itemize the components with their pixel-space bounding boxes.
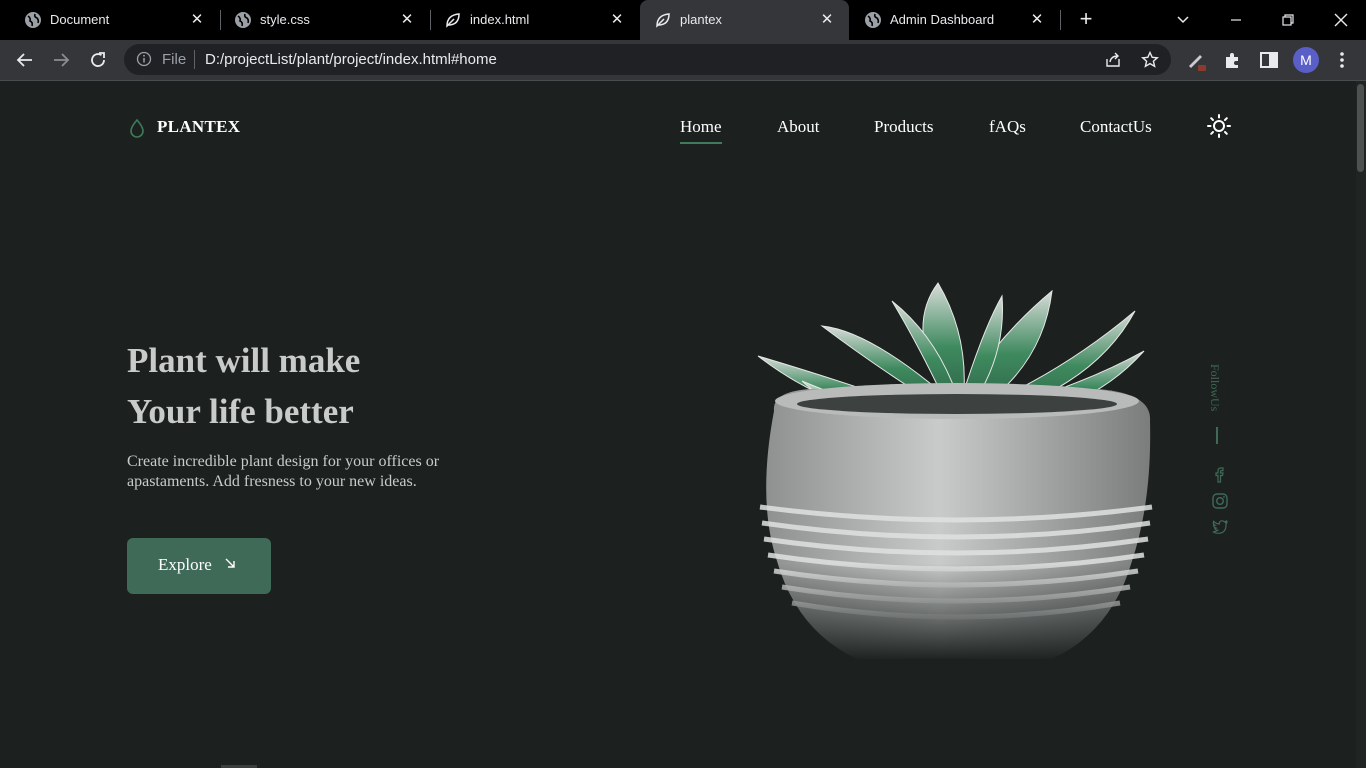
tab-separator [1060, 10, 1061, 30]
tab-title: index.html [470, 12, 530, 27]
side-panel-icon[interactable] [1257, 48, 1281, 72]
pen-extension-icon[interactable] [1184, 48, 1208, 72]
explore-button[interactable]: Explore [127, 538, 271, 594]
extensions-puzzle-icon[interactable] [1221, 48, 1245, 72]
arrow-down-right-icon [225, 558, 235, 568]
tab-title: Document [50, 12, 110, 27]
address-bar[interactable]: File D:/projectList/plant/project/index.… [124, 44, 1171, 75]
tab-close-icon[interactable]: ✕ [1027, 10, 1047, 30]
share-icon[interactable] [1103, 50, 1123, 70]
page-scrollbar[interactable] [1356, 81, 1366, 768]
explore-button-label: Explore [158, 555, 212, 574]
reload-icon[interactable] [86, 48, 110, 72]
tab-close-icon[interactable]: ✕ [397, 10, 417, 30]
profile-avatar[interactable]: M [1293, 47, 1319, 73]
tab-search-chevron-icon[interactable] [1171, 8, 1195, 32]
hero-description: Create incredible plant design for your … [127, 453, 440, 490]
globe-icon [865, 12, 881, 28]
nav-about[interactable]: About [777, 117, 820, 137]
bookmark-star-icon[interactable] [1140, 50, 1160, 70]
page-viewport: PLANTEX Home About Products fAQs Contact… [0, 81, 1356, 768]
restore-icon[interactable] [1276, 8, 1300, 32]
follow-us-label: FollowUs [1208, 364, 1222, 412]
info-icon[interactable] [136, 51, 152, 67]
tab-close-icon[interactable]: ✕ [187, 10, 207, 30]
tab-title: plantex [680, 12, 722, 27]
minimize-icon[interactable] [1224, 8, 1248, 32]
instagram-icon[interactable] [1211, 492, 1229, 510]
globe-icon [235, 12, 251, 28]
globe-icon [25, 12, 41, 28]
back-arrow-icon[interactable] [13, 48, 37, 72]
browser-toolbar: File D:/projectList/plant/project/index.… [0, 40, 1366, 81]
new-tab-button[interactable]: + [1074, 8, 1098, 32]
hero-title: Plant will make Your life better [127, 335, 360, 437]
tab-index-html[interactable]: index.html ✕ [420, 0, 639, 40]
tab-title: Admin Dashboard [890, 12, 995, 27]
scheme-label: File [162, 51, 187, 68]
omnibox-divider [194, 50, 195, 69]
leaf-icon [656, 13, 670, 28]
close-window-icon[interactable] [1329, 8, 1353, 32]
sun-theme-toggle-icon[interactable] [1206, 113, 1232, 139]
tab-close-icon[interactable]: ✕ [607, 10, 627, 30]
nav-contact[interactable]: ContactUs [1080, 117, 1152, 137]
tab-strip: Document ✕ style.css ✕ index.html ✕ plan… [0, 0, 1366, 40]
tab-close-icon[interactable]: ✕ [817, 10, 837, 30]
succulent-pot-image [752, 271, 1157, 661]
facebook-icon[interactable] [1211, 466, 1229, 484]
kebab-menu-icon[interactable] [1330, 48, 1354, 72]
url-text[interactable]: D:/projectList/plant/project/index.html#… [205, 51, 497, 68]
nav-faqs[interactable]: fAQs [989, 117, 1026, 137]
twitter-icon[interactable] [1211, 518, 1229, 536]
tab-admin-dashboard[interactable]: Admin Dashboard ✕ [850, 0, 1059, 40]
hero-title-line: Your life better [127, 392, 354, 431]
tab-document[interactable]: Document ✕ [0, 0, 219, 40]
tab-plantex[interactable]: plantex ✕ [640, 0, 849, 40]
tab-title: style.css [260, 12, 310, 27]
follow-us: FollowUs [1208, 364, 1232, 424]
scrollbar-thumb[interactable] [1357, 84, 1364, 172]
leaf-icon [446, 13, 460, 28]
nav-active-indicator [680, 142, 722, 144]
hero-title-line: Plant will make [127, 341, 361, 380]
follow-divider [1216, 427, 1218, 444]
forward-arrow-icon[interactable] [49, 48, 73, 72]
nav-products[interactable]: Products [874, 117, 934, 137]
logo-text: PLANTEX [157, 117, 241, 136]
tab-style-css[interactable]: style.css ✕ [210, 0, 429, 40]
nav-home[interactable]: Home [680, 117, 722, 137]
water-drop-icon [130, 118, 144, 138]
